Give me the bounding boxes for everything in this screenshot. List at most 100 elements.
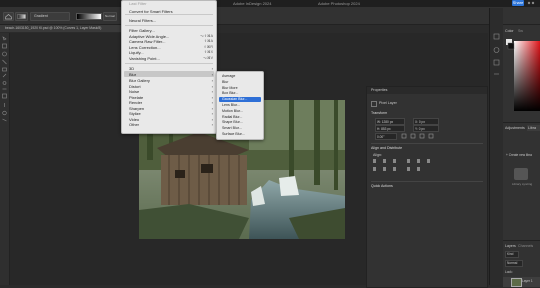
angle-value: 0.00° — [377, 134, 385, 139]
blur-submenu-item[interactable]: Shape Blur... — [222, 120, 243, 124]
title-bar: Adobe InDesign 2024 Adobe Photoshop 2024… — [0, 0, 540, 7]
filter-menu-item[interactable]: Liquify... — [129, 50, 144, 55]
filter-menu-item[interactable]: Filter Gallery... — [129, 28, 155, 33]
y-field[interactable]: Y: 0 px — [413, 125, 439, 132]
flip-icons[interactable] — [401, 133, 441, 139]
share-button[interactable]: Share — [512, 0, 524, 6]
quick-actions-header[interactable]: Quick Actions — [371, 184, 393, 188]
filter-menu-item[interactable]: Other — [129, 122, 139, 127]
submenu-arrow-icon: › — [211, 89, 213, 94]
transform-header[interactable]: Transform — [371, 111, 387, 115]
angle-field[interactable]: 0.00° — [375, 133, 397, 140]
swatches-tab[interactable]: Sw — [518, 29, 523, 33]
blur-submenu-item[interactable]: Lens Blur... — [222, 103, 240, 107]
options-bar: Gradient Normal — [0, 7, 540, 25]
submenu-arrow-icon: › — [211, 122, 213, 127]
blur-submenu-item[interactable]: Surface Blur... — [222, 132, 245, 136]
color-tab[interactable]: Color — [505, 29, 514, 33]
filter-menu-item[interactable]: Neural Filters... — [129, 18, 156, 23]
filter-menu-item[interactable]: Noise — [129, 89, 139, 94]
right-panels: Color Sw Adjustments Libra + Create new … — [503, 25, 540, 287]
filter-menu-shortcut: ⇧⌘X — [203, 50, 213, 54]
submenu-arrow-icon: › — [211, 111, 213, 116]
blend-mode-value: Normal — [507, 261, 518, 265]
blur-submenu-item[interactable]: Smart Blur... — [222, 126, 242, 130]
layer-row[interactable]: Layer 1 — [503, 277, 540, 287]
menu-separator — [125, 25, 213, 26]
height-field[interactable]: H: 853 px — [375, 125, 405, 132]
align-icons[interactable] — [373, 159, 443, 173]
menu-separator — [125, 63, 213, 64]
left-toolbar — [0, 33, 10, 285]
blur-submenu-item[interactable]: Blur — [222, 80, 228, 84]
filter-menu-item[interactable]: Blur Gallery — [129, 78, 150, 83]
libraries-tab[interactable]: Libra — [528, 126, 536, 130]
filter-menu-shortcut: ⌥⇧⌘A — [199, 34, 213, 38]
blur-submenu-item[interactable]: Blur More — [222, 86, 238, 90]
filter-menu-highlight — [124, 71, 214, 77]
photoshop-title: Adobe Photoshop 2024 — [318, 1, 360, 6]
layer-type: Pixel Layer — [379, 101, 397, 105]
filter-menu-shortcut: ⇧⌘A — [203, 39, 213, 43]
filter-menu-shortcut: ⇧⌘R — [203, 45, 213, 49]
blur-submenu-item[interactable]: Radial Blur... — [222, 115, 242, 119]
filter-menu-shortcut: ⌥⌘V — [202, 56, 213, 60]
submenu-arrow-icon: › — [211, 78, 213, 83]
lock-label: Lock: — [505, 270, 513, 274]
properties-panel: Properties Pixel Layer Transform W: 1280… — [366, 86, 488, 288]
toolbar-icons[interactable] — [0, 33, 9, 285]
filter-menu: Last Filter Convert for Smart Filters Neur… — [121, 0, 217, 134]
mode-dropdown[interactable]: Gradient — [30, 12, 70, 21]
adjustments-tab[interactable]: Adjustments — [505, 126, 525, 130]
mode-label: Gradient — [34, 14, 48, 18]
blur-submenu-item[interactable]: Gaussian Blur... — [222, 97, 247, 101]
blur-submenu-item[interactable]: Box Blur... — [222, 91, 238, 95]
align-label: Align: — [373, 153, 382, 157]
right-icon-column — [489, 8, 503, 285]
width-field[interactable]: W: 1280 px — [375, 118, 405, 125]
filter-menu-item[interactable]: Stylize — [129, 111, 141, 116]
kind-label: Kind — [507, 252, 514, 256]
filter-menu-item[interactable]: Blur — [129, 72, 136, 77]
blend-mode-select[interactable]: Normal — [505, 260, 523, 267]
y-value: Y: 0 px — [415, 126, 425, 131]
height-value: H: 853 px — [377, 126, 391, 131]
panel-icons[interactable] — [490, 8, 503, 285]
window-controls-icon — [527, 1, 535, 5]
filter-menu-item[interactable]: Last Filter — [129, 1, 147, 6]
channels-tab[interactable]: Channels — [518, 244, 533, 248]
blur-submenu: Average Blur Blur More Box Blur... Gaussian … — [216, 71, 264, 140]
window-controls[interactable] — [527, 1, 537, 5]
blend-dropdown[interactable]: Normal — [103, 12, 117, 21]
layers-tab[interactable]: Layers — [505, 244, 516, 248]
document-tab-label: beach-1603150_1920 Kl.psd @ 100% (Curves… — [5, 26, 102, 30]
blur-submenu-item[interactable]: Average — [222, 74, 235, 78]
x-field[interactable]: X: 0 px — [413, 118, 439, 125]
submenu-arrow-icon: › — [211, 72, 213, 77]
properties-tab[interactable]: Properties — [371, 88, 387, 92]
filter-menu-item[interactable]: 3D — [129, 66, 134, 71]
submenu-arrow-icon: › — [211, 100, 213, 105]
filter-menu-item[interactable]: Camera Raw Filter... — [129, 39, 165, 44]
blend-label: Normal — [105, 14, 115, 18]
blur-submenu-item[interactable]: Motion Blur... — [222, 109, 243, 113]
x-value: X: 0 px — [415, 119, 425, 124]
filter-menu-item[interactable]: Render — [129, 100, 142, 105]
gradient-preview[interactable] — [76, 13, 102, 20]
filter-menu-item[interactable]: Vanishing Point... — [129, 56, 160, 61]
kind-filter[interactable]: Kind — [505, 251, 519, 258]
indesign-title: Adobe InDesign 2024 — [233, 1, 272, 6]
layer-thumbnail — [511, 278, 522, 287]
pixel-layer-icon — [371, 101, 377, 107]
library-note: Library syncing — [512, 182, 533, 186]
gradient-tool-icon[interactable] — [15, 12, 28, 21]
width-value: W: 1280 px — [377, 119, 394, 124]
create-library-button[interactable]: + Create new libra — [506, 153, 532, 157]
home-icon[interactable] — [3, 12, 14, 21]
color-picker[interactable] — [505, 35, 540, 115]
submenu-arrow-icon: › — [211, 66, 213, 71]
menu-separator — [125, 14, 213, 15]
library-illustration — [514, 168, 528, 180]
align-header[interactable]: Align and Distribute — [371, 146, 402, 150]
layer-name: Layer 1 — [522, 279, 533, 283]
